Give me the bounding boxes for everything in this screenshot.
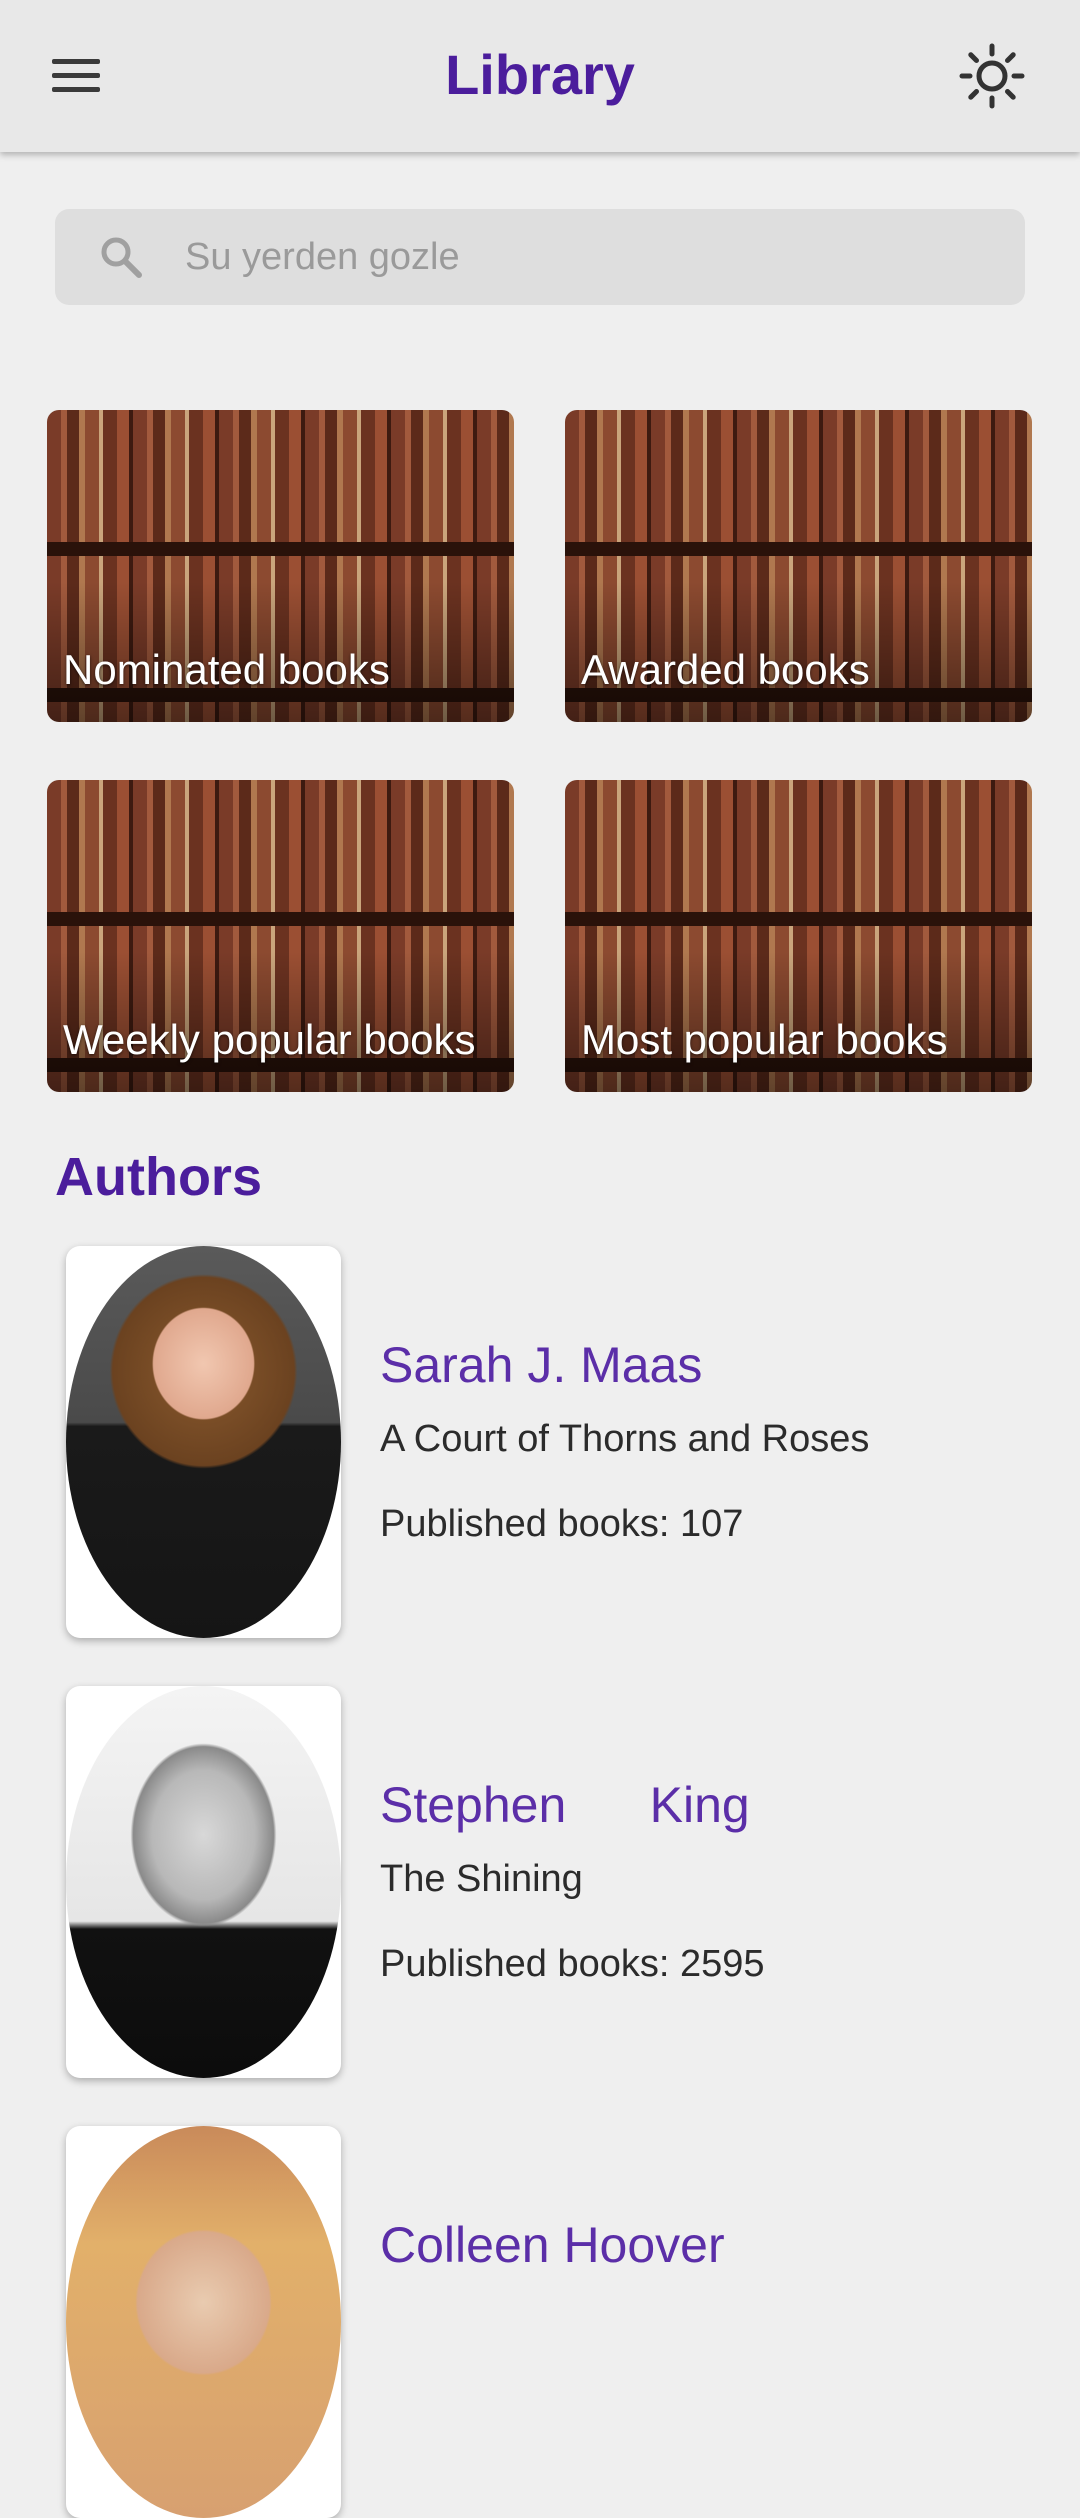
- author-name: Stephen King: [380, 1777, 750, 1833]
- category-tile-weekly-popular[interactable]: Weekly popular books: [47, 780, 514, 1092]
- search-input[interactable]: [185, 209, 985, 305]
- author-card[interactable]: Stephen King The Shining Published books…: [66, 1686, 1026, 2078]
- author-published-count: Published books: 107: [380, 1503, 744, 1545]
- authors-section-title: Authors: [55, 1147, 262, 1207]
- category-tile-most-popular[interactable]: Most popular books: [565, 780, 1032, 1092]
- author-avatar: [66, 2126, 341, 2518]
- sun-icon[interactable]: [956, 40, 1028, 112]
- author-published-count: Published books: 2595: [380, 1943, 765, 1985]
- author-name: Sarah J. Maas: [380, 1337, 703, 1393]
- author-avatar: [66, 1686, 341, 2078]
- author-top-book: A Court of Thorns and Roses: [380, 1418, 870, 1460]
- category-label: Weekly popular books: [63, 1016, 476, 1063]
- category-label: Nominated books: [63, 646, 390, 693]
- category-tile-awarded[interactable]: Awarded books: [565, 410, 1032, 722]
- app-bar: Library: [0, 0, 1080, 152]
- page-title: Library: [445, 43, 635, 106]
- author-card[interactable]: Sarah J. Maas A Court of Thorns and Rose…: [66, 1246, 1026, 1638]
- category-tile-nominated[interactable]: Nominated books: [47, 410, 514, 722]
- category-label: Most popular books: [581, 1016, 948, 1063]
- category-label: Awarded books: [581, 646, 870, 693]
- author-top-book: The Shining: [380, 1858, 583, 1900]
- author-name: Colleen Hoover: [380, 2217, 725, 2273]
- author-avatar: [66, 1246, 341, 1638]
- search-bar: [55, 209, 1025, 305]
- author-card[interactable]: Colleen Hoover: [66, 2126, 1026, 2518]
- search-icon: [97, 233, 145, 281]
